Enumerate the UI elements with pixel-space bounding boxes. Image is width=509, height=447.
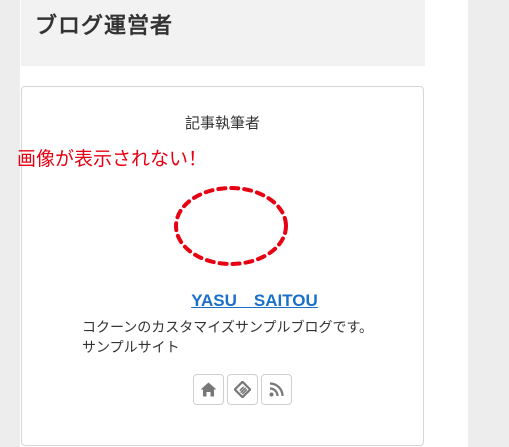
feedly-button[interactable] <box>227 374 258 405</box>
author-description: コクーンのカスタマイズサンプルブログです。 サンプルサイト <box>82 318 412 358</box>
home-button[interactable] <box>193 374 224 405</box>
author-sns-buttons <box>193 374 292 405</box>
widget-title: ブログ運営者 <box>35 14 174 39</box>
author-name-link[interactable]: YASU SAITOU <box>0 290 509 312</box>
rss-button[interactable] <box>261 374 292 405</box>
author-description-line: コクーンのカスタマイズサンプルブログです。 <box>82 320 374 336</box>
missing-avatar-outline <box>174 186 288 266</box>
widget-title-bar: ブログ運営者 <box>21 0 425 66</box>
author-description-line: サンプルサイト <box>82 340 180 356</box>
feedly-icon <box>234 381 251 398</box>
missing-image-annotation: 画像が表示されない！ <box>17 148 208 170</box>
author-box-heading: 記事執筆者 <box>184 114 260 132</box>
rss-icon <box>269 382 284 397</box>
home-icon <box>200 382 217 397</box>
